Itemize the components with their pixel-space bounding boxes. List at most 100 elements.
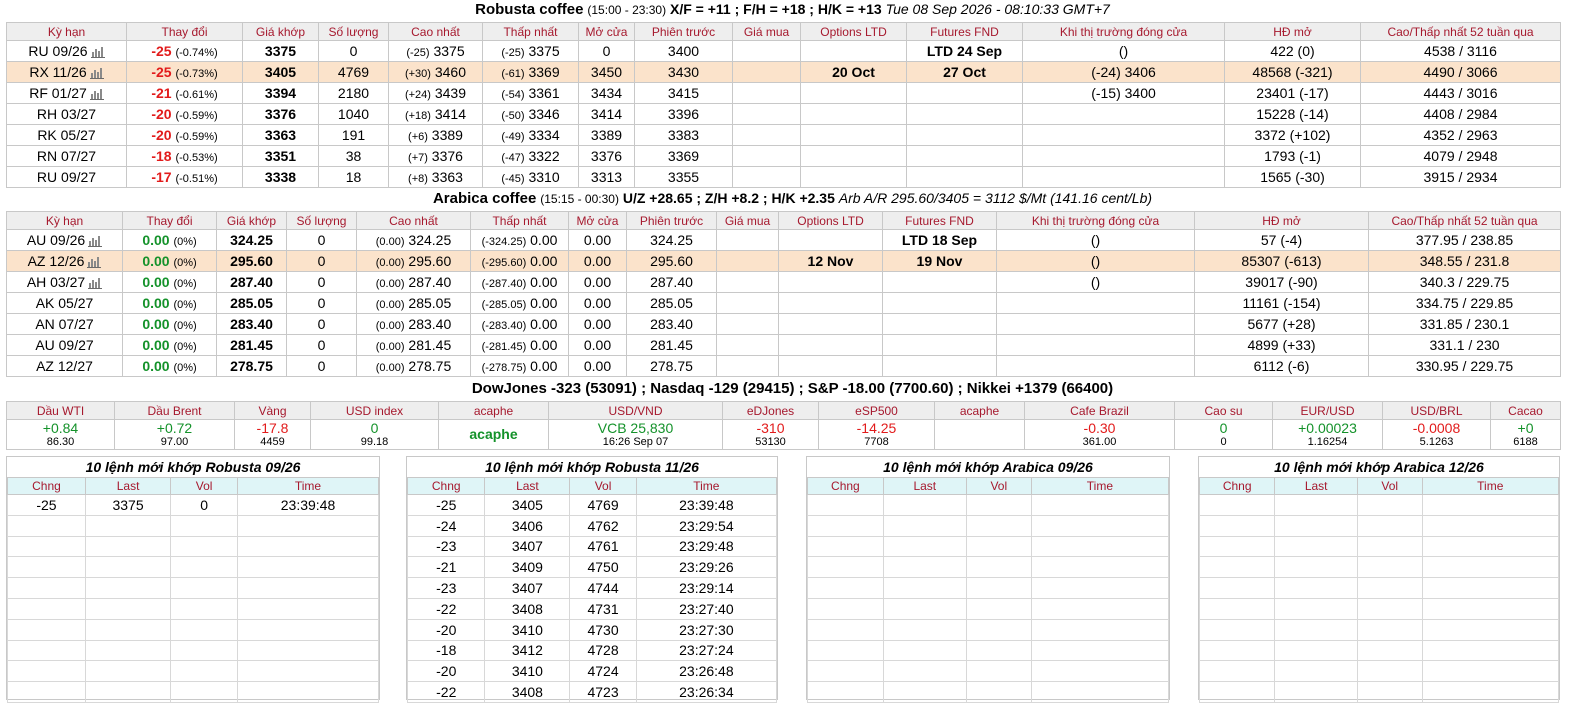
market-change[interactable]: VCB 25,830	[550, 421, 722, 436]
contract-row[interactable]: RU 09/26 -25 (-0.74%) 3375 0 (-25) 3375 (-25)…	[6, 40, 1561, 62]
contract-symbol-text[interactable]: AK 05/27	[36, 295, 94, 311]
contract-symbol[interactable]: RF 01/27	[29, 85, 104, 101]
contract-symbol-text[interactable]: RN 07/27	[37, 148, 96, 164]
market-change[interactable]: -14.25	[820, 421, 934, 436]
contract-symbol-text[interactable]: AN 07/27	[35, 316, 93, 332]
market-change[interactable]: -0.0008	[1384, 421, 1490, 436]
contract-row[interactable]: AU 09/26 0.00 (0%) 324.25 0 (0.00) 324.25 (-3…	[6, 229, 1561, 251]
market-label[interactable]: Dầu Brent	[114, 401, 235, 420]
market-label[interactable]: Cao su	[1174, 401, 1273, 420]
market-change[interactable]: 0	[1176, 421, 1272, 436]
market-label[interactable]: eSP500	[818, 401, 935, 420]
contract-symbol-cell[interactable]: RH 03/27	[6, 103, 127, 125]
market-change[interactable]: +0.84	[8, 421, 114, 436]
contract-row[interactable]: RX 11/26 -25 (-0.73%) 3405 4769 (+30) 3460 (-…	[6, 61, 1561, 83]
market-cell[interactable]: acaphe	[438, 419, 549, 450]
contract-symbol-cell[interactable]: AZ 12/27	[6, 355, 123, 377]
contract-row[interactable]: RK 05/27 -20 (-0.59%) 3363 191 (+6) 3389 (-49…	[6, 124, 1561, 146]
market-label[interactable]: eDJones	[722, 401, 819, 420]
market-label[interactable]: USD index	[310, 401, 439, 420]
market-cell[interactable]: +0.84 86.30	[6, 419, 115, 450]
contract-row[interactable]: RF 01/27 -21 (-0.61%) 3394 2180 (+24) 3439 (-…	[6, 82, 1561, 104]
bar-chart-icon[interactable]	[90, 45, 105, 58]
market-label[interactable]: Vàng	[234, 401, 311, 420]
market-change[interactable]: -0.30	[1026, 421, 1174, 436]
market-change[interactable]: +0	[1492, 421, 1560, 436]
contract-symbol-text[interactable]: RH 03/27	[37, 106, 96, 122]
contract-symbol-cell[interactable]: RU 09/27	[6, 166, 127, 188]
market-change[interactable]: -310	[724, 421, 818, 436]
bar-chart-icon[interactable]	[88, 276, 103, 289]
market-change[interactable]: +0.72	[116, 421, 234, 436]
contract-symbol[interactable]: AU 09/27	[35, 337, 93, 353]
market-label[interactable]: EUR/USD	[1272, 401, 1383, 420]
market-cell[interactable]: +0 6188	[1490, 419, 1561, 450]
contract-row[interactable]: AZ 12/26 0.00 (0%) 295.60 0 (0.00) 295.60 (-2…	[6, 250, 1561, 272]
market-cell[interactable]: -0.30 361.00	[1024, 419, 1175, 450]
contract-symbol-text[interactable]: AU 09/26	[27, 232, 85, 248]
market-cell[interactable]: +0.00023 1.16254	[1272, 419, 1383, 450]
market-cell[interactable]: VCB 25,830 16:26 Sep 07	[548, 419, 723, 450]
contract-symbol-text[interactable]: RU 09/26	[28, 43, 87, 59]
bar-chart-icon[interactable]	[87, 255, 102, 268]
contract-row[interactable]: AK 05/27 0.00 (0%) 285.05 0 (0.00) 285.05 (-2…	[6, 292, 1561, 314]
contract-symbol-text[interactable]: RF 01/27	[29, 85, 87, 101]
contract-symbol-cell[interactable]: AZ 12/26	[6, 250, 123, 272]
contract-symbol-cell[interactable]: RX 11/26	[6, 61, 127, 83]
contract-symbol[interactable]: AZ 12/26	[28, 253, 102, 269]
market-label[interactable]: Cafe Brazil	[1024, 401, 1175, 420]
contract-row[interactable]: RN 07/27 -18 (-0.53%) 3351 38 (+7) 3376 (-47)…	[6, 145, 1561, 167]
market-label[interactable]: USD/VND	[548, 401, 723, 420]
contract-symbol[interactable]: AK 05/27	[36, 295, 94, 311]
contract-symbol[interactable]: RN 07/27	[37, 148, 96, 164]
market-label[interactable]: Dầu WTI	[6, 401, 115, 420]
contract-symbol[interactable]: AH 03/27	[27, 274, 103, 290]
contract-symbol[interactable]: RU 09/27	[37, 169, 96, 185]
contract-symbol-text[interactable]: AZ 12/26	[28, 253, 85, 269]
market-label[interactable]: acaphe	[438, 401, 549, 420]
contract-symbol-cell[interactable]: RF 01/27	[6, 82, 127, 104]
contract-row[interactable]: AN 07/27 0.00 (0%) 283.40 0 (0.00) 283.40 (-2…	[6, 313, 1561, 335]
contract-symbol-cell[interactable]: RU 09/26	[6, 40, 127, 62]
contract-symbol-text[interactable]: RK 05/27	[37, 127, 95, 143]
contract-symbol[interactable]: AN 07/27	[35, 316, 93, 332]
contract-symbol[interactable]: RU 09/26	[28, 43, 105, 59]
market-cell[interactable]: -17.8 4459	[234, 419, 311, 450]
market-change[interactable]: -17.8	[236, 421, 310, 436]
contract-symbol[interactable]: AZ 12/27	[36, 358, 93, 374]
contract-symbol-text[interactable]: AZ 12/27	[36, 358, 93, 374]
contract-symbol-cell[interactable]: AK 05/27	[6, 292, 123, 314]
contract-symbol-text[interactable]: AH 03/27	[27, 274, 85, 290]
contract-symbol[interactable]: AU 09/26	[27, 232, 103, 248]
contract-row[interactable]: RH 03/27 -20 (-0.59%) 3376 1040 (+18) 3414 (-…	[6, 103, 1561, 125]
contract-symbol[interactable]: RX 11/26	[29, 64, 104, 80]
contract-symbol-cell[interactable]: AH 03/27	[6, 271, 123, 293]
bar-chart-icon[interactable]	[89, 66, 104, 79]
market-cell[interactable]: -310 53130	[722, 419, 819, 450]
market-cell[interactable]: 0 99.18	[310, 419, 439, 450]
contract-symbol-text[interactable]: AU 09/27	[35, 337, 93, 353]
contract-row[interactable]: AU 09/27 0.00 (0%) 281.45 0 (0.00) 281.45 (-2…	[6, 334, 1561, 356]
contract-symbol[interactable]: RK 05/27	[37, 127, 95, 143]
contract-symbol-text[interactable]: RX 11/26	[29, 64, 86, 80]
contract-row[interactable]: RU 09/27 -17 (-0.51%) 3338 18 (+8) 3363 (-45)…	[6, 166, 1561, 188]
market-change[interactable]: +0.00023	[1274, 421, 1382, 436]
contract-symbol-text[interactable]: RU 09/27	[37, 169, 96, 185]
bar-chart-icon[interactable]	[88, 234, 103, 247]
market-label[interactable]: Cacao	[1490, 401, 1561, 420]
market-cell[interactable]: 00	[1174, 419, 1273, 450]
contract-symbol-cell[interactable]: AU 09/27	[6, 334, 123, 356]
market-label[interactable]: USD/BRL	[1382, 401, 1491, 420]
market-cell[interactable]: +0.72 97.00	[114, 419, 235, 450]
contract-symbol-cell[interactable]: RK 05/27	[6, 124, 127, 146]
contract-symbol-cell[interactable]: RN 07/27	[6, 145, 127, 167]
market-label[interactable]: acaphe	[934, 401, 1025, 420]
contract-row[interactable]: AH 03/27 0.00 (0%) 287.40 0 (0.00) 287.40 (-2…	[6, 271, 1561, 293]
contract-symbol[interactable]: RH 03/27	[37, 106, 96, 122]
contract-row[interactable]: AZ 12/27 0.00 (0%) 278.75 0 (0.00) 278.75 (-2…	[6, 355, 1561, 377]
contract-symbol-cell[interactable]: AU 09/26	[6, 229, 123, 251]
acaphe-logo[interactable]: acaphe	[469, 426, 517, 442]
contract-symbol-cell[interactable]: AN 07/27	[6, 313, 123, 335]
market-change[interactable]: 0	[312, 421, 438, 436]
market-cell[interactable]: -14.25 7708	[818, 419, 935, 450]
